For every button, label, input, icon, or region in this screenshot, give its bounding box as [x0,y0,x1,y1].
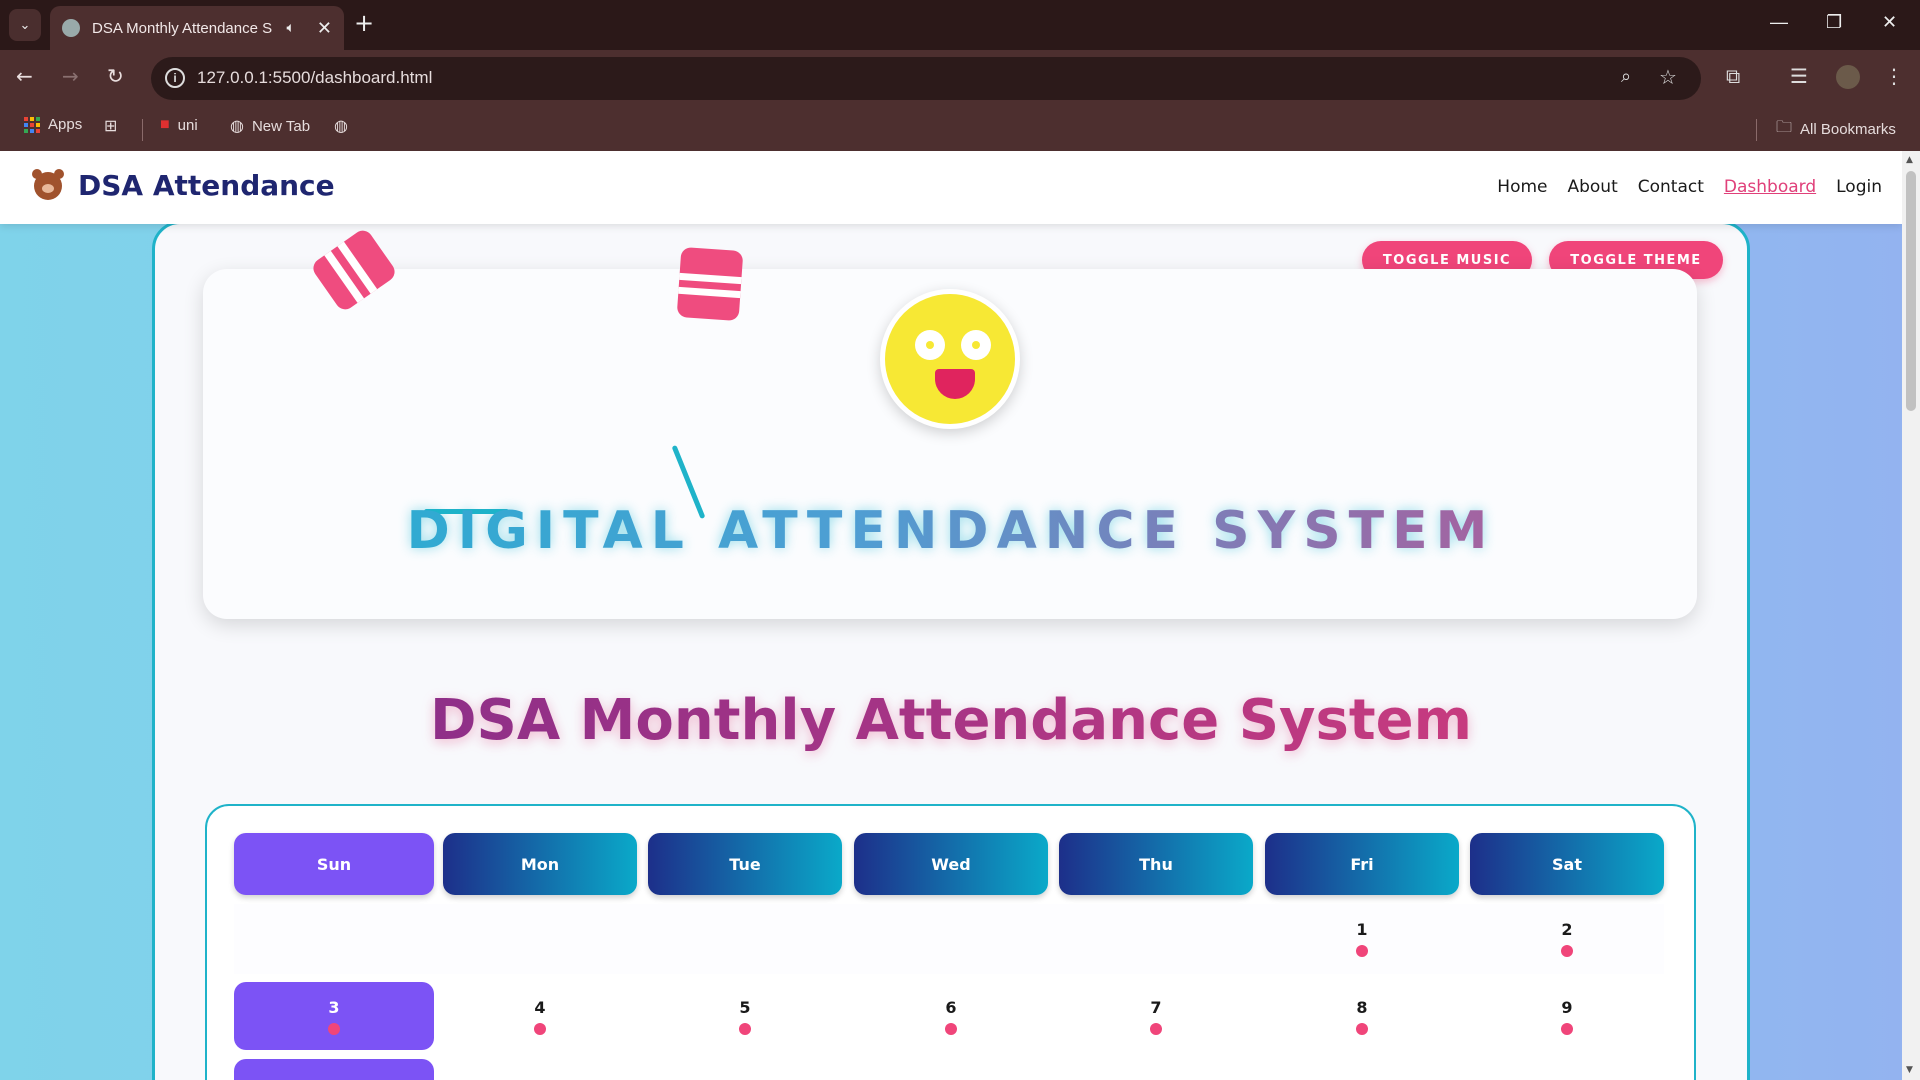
attendance-dot [945,1022,957,1035]
extensions-icon[interactable]: ⧉ [1726,64,1740,88]
apps-grid-icon [24,116,40,133]
brand-name: DSA Attendance [78,169,335,202]
calendar-day[interactable]: 4 [443,982,637,1050]
menu-icon[interactable]: ⋮ [1884,64,1904,88]
bookmarks-bar: Apps ⊞ ■ uni ◍ New Tab ◍ 🗀︎ All Bookmark… [0,107,1920,151]
day-number: 9 [1561,997,1573,1017]
browser-tab[interactable]: DSA Monthly Attendance S 🔈︎ ✕ [50,6,344,50]
calendar-day[interactable]: 5 [648,982,842,1050]
speaker-icon[interactable]: 🔈︎ [287,20,295,36]
attendance-dot [534,1022,546,1035]
attendance-dot [1561,1022,1573,1035]
bookmark-separator [142,119,143,141]
tab-search-button[interactable]: ⌄ [9,9,41,41]
brand[interactable]: DSA Attendance [32,168,335,202]
new-tab-button[interactable]: + [354,11,374,35]
url-text[interactable]: 127.0.0.1:5500/dashboard.html [197,68,432,88]
nav-contact[interactable]: Contact [1638,177,1704,197]
attendance-dot [1150,1022,1162,1035]
restore-button[interactable]: ❐ [1826,12,1842,33]
day-number: 1 [1356,919,1368,939]
day-number: 3 [328,997,340,1017]
eraser-icon [676,246,744,322]
site-menu: Home About Contact Dashboard Login [1497,177,1902,197]
bookmark-label: New Tab [251,117,311,135]
calendar-day-sunday[interactable]: 3 [234,982,434,1050]
scroll-down-icon[interactable]: ▼ [1906,1065,1913,1075]
nav-dashboard[interactable]: Dashboard [1724,177,1816,197]
tab-groups-icon[interactable]: ⊞ [104,116,125,136]
close-tab-icon[interactable]: ✕ [317,18,332,39]
nav-login[interactable]: Login [1836,177,1882,197]
calendar-day[interactable]: 6 [854,982,1048,1050]
minimize-button[interactable]: — [1770,12,1788,33]
attendance-dot [1356,944,1368,957]
page-scrollbar[interactable]: ▲ ▼ [1902,151,1920,1080]
page-title: DSA Monthly Attendance System [0,688,1902,753]
hero-title: DIGITAL ATTENDANCE SYSTEM [0,501,1902,561]
bookmark-globe[interactable]: ◍ [334,116,356,136]
day-number: 4 [534,997,546,1017]
browser-tab-strip: ⌄ DSA Monthly Attendance S 🔈︎ ✕ + — ❐ ✕ [0,0,1920,50]
day-header-sun: Sun [234,833,434,895]
all-bookmarks[interactable]: 🗀︎ All Bookmarks [1776,116,1896,143]
close-window-button[interactable]: ✕ [1882,12,1897,33]
day-header-wed: Wed [854,833,1048,895]
bookmark-star-icon[interactable]: ☆ [1659,65,1677,89]
address-bar[interactable]: i 127.0.0.1:5500/dashboard.html ⌕ ☆ [151,57,1701,100]
globe-icon: ◍ [334,118,348,135]
day-number: 2 [1561,919,1573,939]
page-viewport: DSA Attendance Home About Contact Dashbo… [0,151,1902,1080]
calendar-day[interactable]: 1 [1265,904,1459,972]
bookmark-apps[interactable]: Apps [24,116,82,133]
media-control-icon[interactable]: ☰ [1790,64,1808,88]
nav-about[interactable]: About [1567,177,1617,197]
day-number: 6 [945,997,957,1017]
day-number: 8 [1356,997,1368,1017]
calendar-day[interactable]: 2 [1470,904,1664,972]
back-icon[interactable]: ← [16,64,33,88]
calendar-day-sunday[interactable] [234,1059,434,1080]
bookmark-separator [1756,119,1757,141]
bear-logo-icon [32,168,64,200]
bookmark-uni[interactable]: ■ uni [160,116,198,134]
bookmark-label: uni [177,116,198,134]
attendance-dot [328,1022,340,1035]
calendar-day[interactable]: 8 [1265,982,1459,1050]
globe-icon [62,19,80,37]
globe-icon: ◍ [230,118,244,135]
site-navbar: DSA Attendance Home About Contact Dashbo… [0,151,1902,224]
smiley-face-icon [880,289,1020,429]
browser-toolbar: ← → ↻ i 127.0.0.1:5500/dashboard.html ⌕ … [0,50,1920,107]
scrollbar-thumb[interactable] [1906,171,1916,411]
uni-favicon-icon: ■ [160,116,170,133]
reload-icon[interactable]: ↻ [107,64,124,88]
bookmark-new-tab[interactable]: ◍ New Tab [230,116,310,136]
tab-title: DSA Monthly Attendance S [92,19,273,37]
calendar-day[interactable]: 9 [1470,982,1664,1050]
day-header-thu: Thu [1059,833,1253,895]
day-number: 7 [1150,997,1162,1017]
bookmark-label: Apps [48,116,83,133]
day-header-sat: Sat [1470,833,1664,895]
day-header-fri: Fri [1265,833,1459,895]
profile-avatar[interactable] [1836,65,1860,89]
attendance-dot [1561,944,1573,957]
attendance-dot [1356,1022,1368,1035]
folder-icon: 🗀︎ [1776,119,1793,136]
all-bookmarks-label: All Bookmarks [1800,121,1896,138]
scroll-up-icon[interactable]: ▲ [1906,155,1913,165]
zoom-icon[interactable]: ⌕ [1621,66,1631,87]
nav-home[interactable]: Home [1497,177,1547,197]
calendar-day[interactable]: 7 [1059,982,1253,1050]
day-header-mon: Mon [443,833,637,895]
site-info-icon[interactable]: i [165,68,185,88]
day-number: 5 [739,997,751,1017]
forward-icon[interactable]: → [62,64,79,88]
attendance-dot [739,1022,751,1035]
day-header-tue: Tue [648,833,842,895]
